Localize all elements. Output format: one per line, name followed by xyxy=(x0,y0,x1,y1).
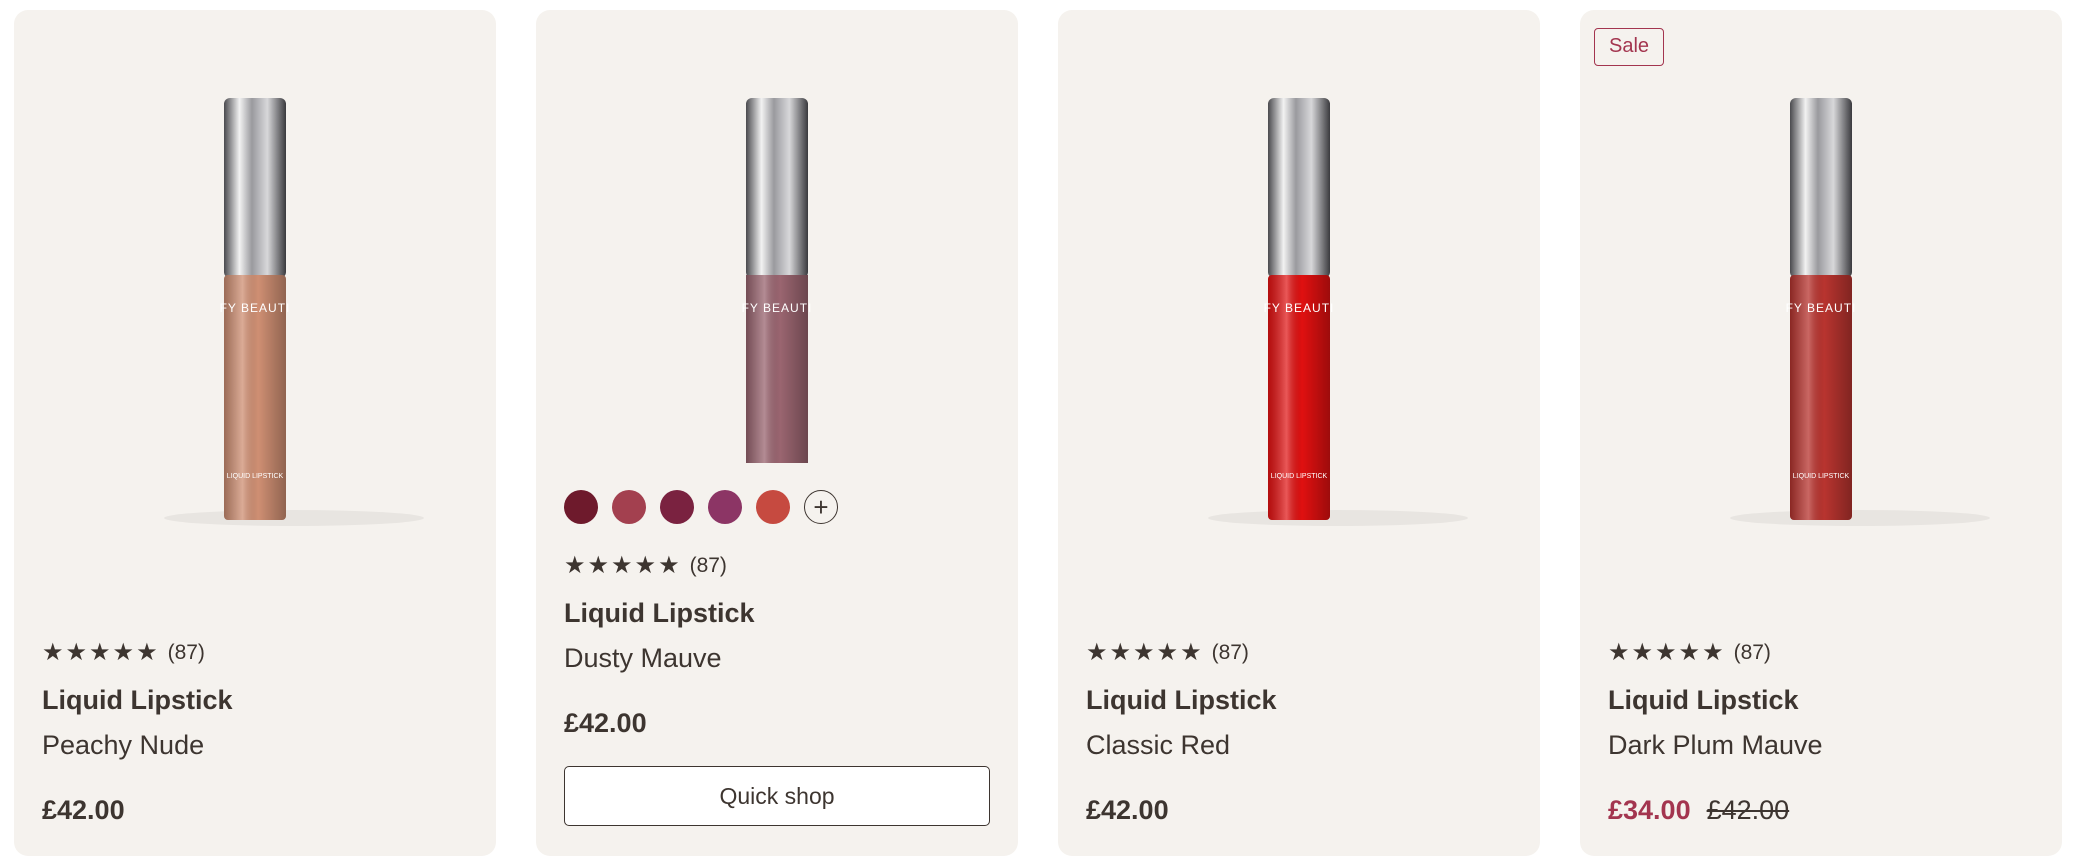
brand-text: FY BEAUTI xyxy=(220,301,291,315)
price-row: £34.00 £42.00 xyxy=(1608,795,2034,826)
star-rating-icon: ★★★★★ xyxy=(564,552,682,579)
product-info: ★★★★★ (87) Liquid Lipstick Peachy Nude £… xyxy=(42,638,468,826)
shade-swatches: + xyxy=(564,490,838,524)
star-rating-icon: ★★★★★ xyxy=(42,639,160,666)
product-image[interactable]: FY BEAUTI LIQUID LIPSTICK xyxy=(1580,10,2062,550)
sale-price: £34.00 xyxy=(1608,795,1691,825)
product-grid: FY BEAUTI LIQUID LIPSTICK ★★★★★ (87) Liq… xyxy=(14,10,2062,856)
product-card[interactable]: FY BEAUTI LIQUID LIPSTICK Sale ★★★★★ (87… xyxy=(1580,10,2062,856)
label-text: LIQUID LIPSTICK xyxy=(227,473,284,480)
review-count: (87) xyxy=(167,640,205,664)
brand-text: FY BEAUTI xyxy=(1264,301,1335,315)
more-shades-plus-icon[interactable]: + xyxy=(804,490,838,524)
product-shade: Peachy Nude xyxy=(42,730,205,760)
rating[interactable]: ★★★★★ (87) xyxy=(1086,638,1512,667)
product-info: ★★★★★ (87) Liquid Lipstick Dark Plum Mau… xyxy=(1608,638,2034,826)
star-rating-icon: ★★★★★ xyxy=(1608,639,1726,666)
product-info: ★★★★★ (87) Liquid Lipstick Classic Red £… xyxy=(1086,638,1512,826)
product-price: £42.00 xyxy=(1086,795,1169,825)
product-card[interactable]: FY BEAUTI LIQUID LIPSTICK ★★★★★ (87) Liq… xyxy=(14,10,496,856)
price-row: £42.00 xyxy=(564,708,990,739)
price-row: £42.00 xyxy=(42,795,468,826)
star-rating-icon: ★★★★★ xyxy=(1086,639,1204,666)
shade-swatch[interactable] xyxy=(612,490,646,524)
rating[interactable]: ★★★★★ (87) xyxy=(1608,638,2034,667)
product-price: £42.00 xyxy=(42,795,125,825)
product-title[interactable]: Liquid Lipstick xyxy=(564,598,990,629)
product-title[interactable]: Liquid Lipstick xyxy=(1086,685,1512,716)
product-card[interactable]: FY BEAUTI LIQUID LIPSTICK ★★★★★ (87) Liq… xyxy=(1058,10,1540,856)
product-info: ★★★★★ (87) Liquid Lipstick Dusty Mauve £… xyxy=(564,551,990,739)
product-image[interactable]: FY BEAUTI xyxy=(536,10,1018,550)
product-title[interactable]: Liquid Lipstick xyxy=(42,685,468,716)
review-count: (87) xyxy=(689,553,727,577)
quick-shop-button[interactable]: Quick shop xyxy=(564,766,990,826)
review-count: (87) xyxy=(1211,640,1249,664)
price-row: £42.00 xyxy=(1086,795,1512,826)
sale-badge: Sale xyxy=(1594,28,1665,66)
product-card[interactable]: FY BEAUTI + ★★★★★ (87) Liquid Lipstick D… xyxy=(536,10,1018,856)
product-shade: Dark Plum Mauve xyxy=(1608,730,1823,760)
shade-swatch[interactable] xyxy=(564,490,598,524)
shade-swatch[interactable] xyxy=(660,490,694,524)
original-price: £42.00 xyxy=(1706,795,1790,825)
shade-swatch[interactable] xyxy=(756,490,790,524)
brand-text: FY BEAUTI xyxy=(1786,301,1857,315)
shade-swatch[interactable] xyxy=(708,490,742,524)
product-shade: Dusty Mauve xyxy=(564,643,722,673)
rating[interactable]: ★★★★★ (87) xyxy=(42,638,468,667)
product-shade: Classic Red xyxy=(1086,730,1231,760)
product-price: £42.00 xyxy=(564,708,647,738)
label-text: LIQUID LIPSTICK xyxy=(1793,473,1850,480)
product-image[interactable]: FY BEAUTI LIQUID LIPSTICK xyxy=(14,10,496,550)
product-image[interactable]: FY BEAUTI LIQUID LIPSTICK xyxy=(1058,10,1540,550)
rating[interactable]: ★★★★★ (87) xyxy=(564,551,990,580)
label-text: LIQUID LIPSTICK xyxy=(1271,473,1328,480)
product-title[interactable]: Liquid Lipstick xyxy=(1608,685,2034,716)
brand-text: FY BEAUTI xyxy=(742,301,813,315)
review-count: (87) xyxy=(1733,640,1771,664)
